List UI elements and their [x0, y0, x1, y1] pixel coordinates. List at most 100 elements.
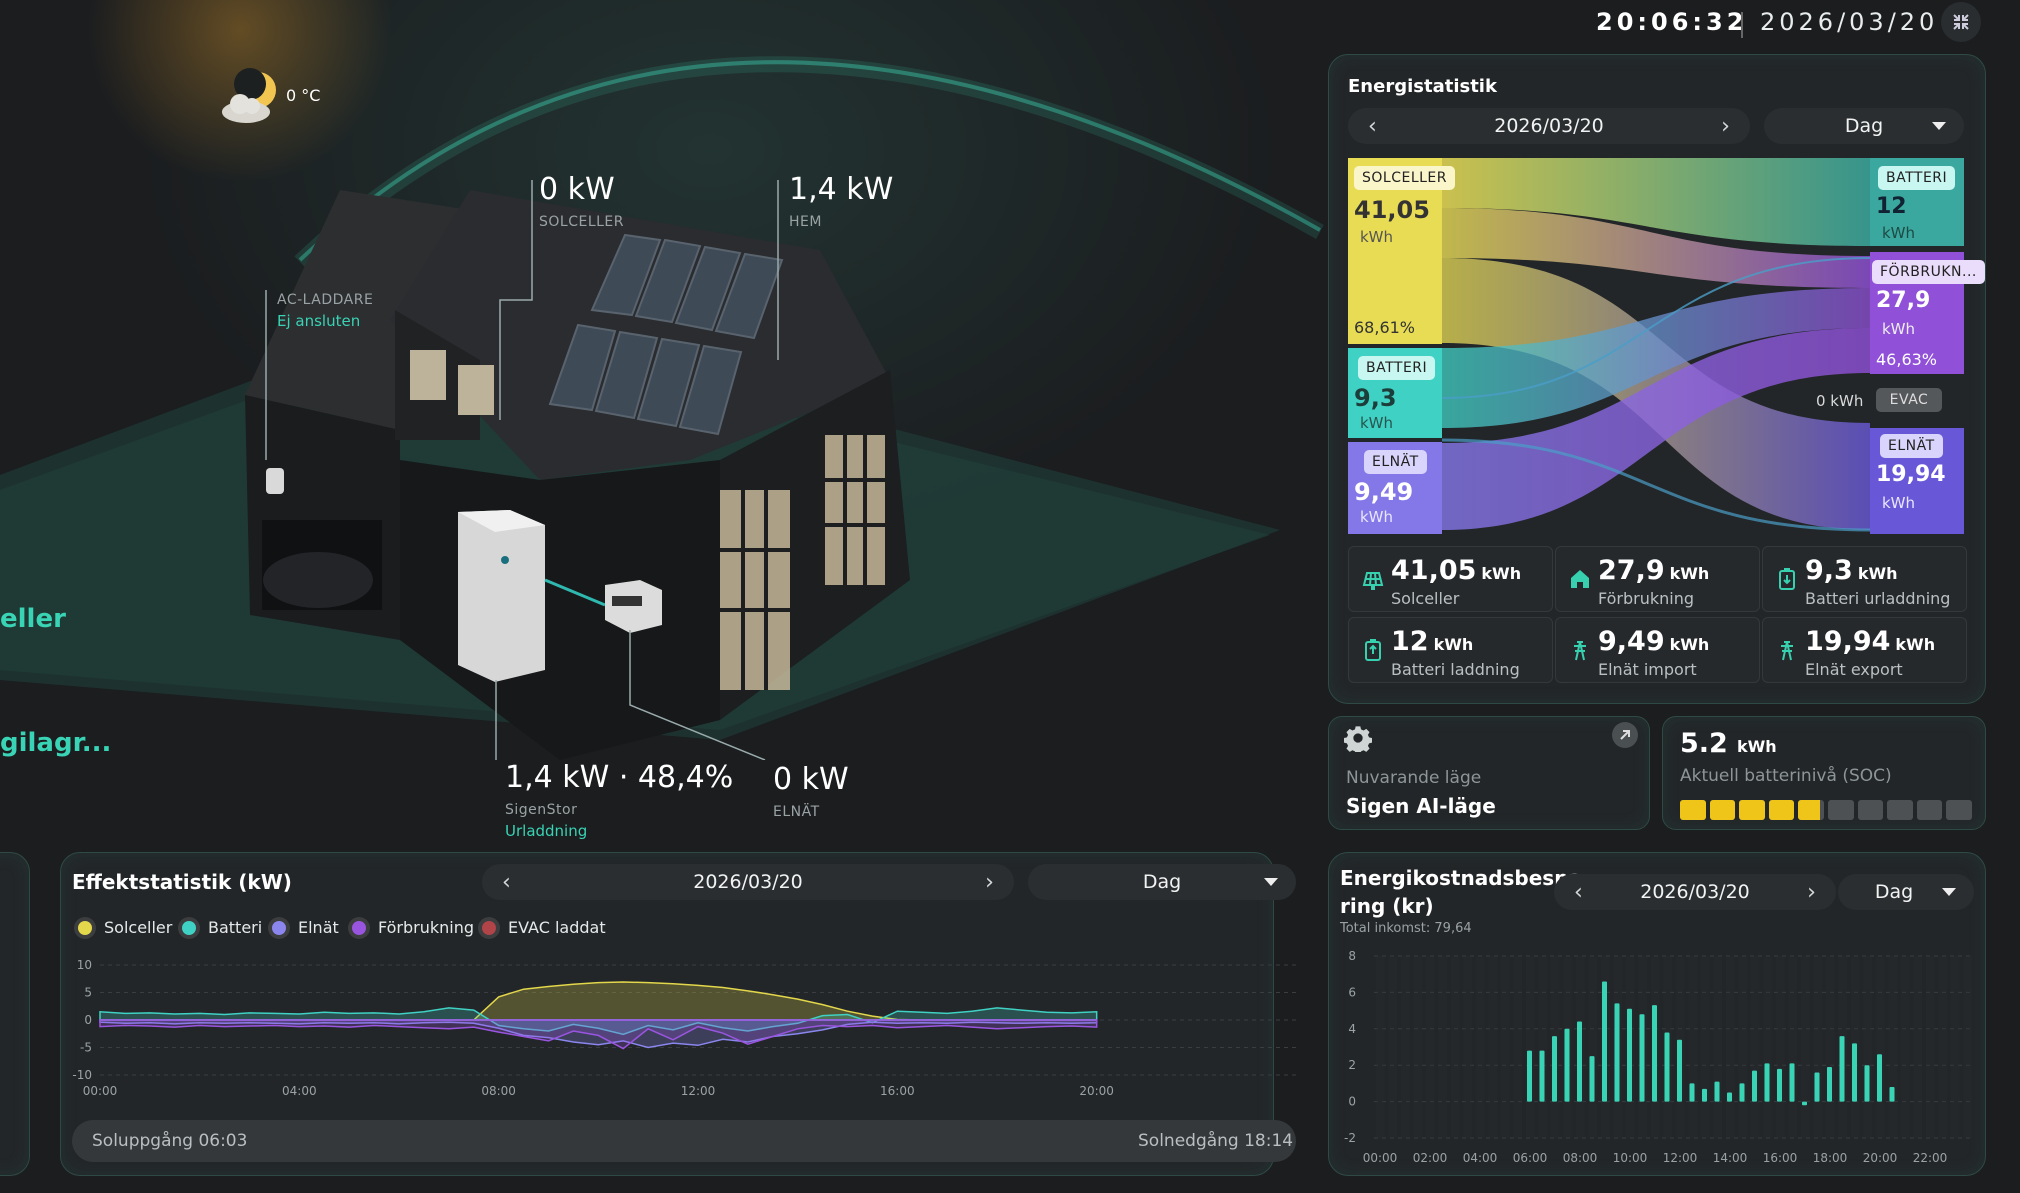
savings-period-select[interactable]: Dag: [1838, 874, 1974, 910]
bar-track: [1788, 956, 1797, 1138]
battery-power-value: 1,4 kW · 48,4%: [505, 760, 734, 795]
legend-item-battery[interactable]: Batteri: [182, 918, 262, 937]
bar-track: [1538, 956, 1547, 1138]
target-grid-value: 19,94: [1876, 462, 1946, 487]
savings-bar: [1714, 1081, 1720, 1102]
battery-discharge-icon: [1779, 568, 1795, 590]
stat-solar-unit: kWh: [1481, 564, 1522, 583]
legend-item-consumption[interactable]: Förbrukning: [352, 918, 474, 937]
source-battery-value: 9,3: [1354, 384, 1397, 412]
bar-track: [1776, 956, 1785, 1138]
soc-segment: [1946, 800, 1972, 820]
savings-bar: [1602, 981, 1607, 1102]
stat-grid-import: 9,49 kWh Elnät import: [1555, 617, 1760, 683]
energy-period-select[interactable]: Dag: [1764, 108, 1964, 144]
energy-date-picker[interactable]: ‹ 2026/03/20 ›: [1348, 108, 1750, 144]
savings-bar: [1764, 1063, 1770, 1102]
home-power-value: 1,4 kW: [789, 172, 894, 207]
y-tick-label: 5: [84, 986, 92, 1000]
power-date-picker[interactable]: ‹ 2026/03/20 ›: [482, 864, 1014, 900]
collapse-icon: [1953, 14, 1969, 30]
stat-battery-discharge-unit: kWh: [1857, 564, 1898, 583]
savings-bar: [1564, 1028, 1570, 1102]
power-period-select[interactable]: Dag: [1028, 864, 1296, 900]
stat-grid-import-unit: kWh: [1669, 635, 1710, 654]
bar-track: [1513, 956, 1522, 1138]
savings-bar: [1689, 1083, 1695, 1102]
legend-dot: [272, 920, 286, 935]
savings-bar: [1752, 1070, 1757, 1102]
sankey-diagram: [1348, 158, 1964, 534]
savings-bar: [1777, 1068, 1782, 1102]
prev-day-button[interactable]: ‹: [1574, 880, 1583, 905]
grid-label: ELNÄT: [773, 804, 820, 820]
savings-bar: [1539, 1050, 1545, 1102]
stat-battery-discharge-label: Batteri urladdning: [1805, 589, 1951, 608]
savings-title: Energikostnadsbespa ring (kr): [1340, 864, 1582, 920]
source-tag-solar: SOLCELLER: [1354, 166, 1455, 190]
y-tick-label: 0: [1348, 1095, 1356, 1109]
bar-track: [1738, 956, 1747, 1138]
bar-track: [1463, 956, 1472, 1138]
bar-track: [1688, 956, 1697, 1138]
bar-track: [1376, 956, 1385, 1138]
solar-power-label: SOLCELLER: [539, 214, 624, 230]
sun-times-bar: [72, 1120, 1296, 1162]
soc-segment: [1739, 800, 1765, 820]
stat-battery-charge-value: 12: [1391, 626, 1429, 657]
expand-mode-button[interactable]: [1612, 722, 1638, 748]
soc-number: 5.2: [1680, 728, 1728, 759]
collapse-button[interactable]: [1941, 2, 1981, 42]
battery-status: Urladdning: [505, 822, 588, 840]
bar-track: [1863, 956, 1872, 1138]
moon-cloud-icon: [222, 68, 276, 123]
prev-day-button[interactable]: ‹: [502, 870, 511, 895]
battery-charge-icon: [1365, 639, 1381, 661]
bar-track: [1413, 956, 1422, 1138]
savings-bar: [1702, 1088, 1707, 1102]
stat-consumption-value: 27,9: [1598, 555, 1665, 586]
soc-segment: [1680, 800, 1706, 820]
bar-track: [1888, 956, 1897, 1138]
savings-chart: 8 6 4 2 0 -2 00:00 02:00 04:00 06:00 08:00 10:00 12:…: [1344, 949, 1974, 1165]
house-illustration: [0, 180, 1280, 760]
power-stats-title: Effektstatistik (kW): [72, 870, 292, 894]
legend-item-solar[interactable]: Solceller: [78, 918, 172, 937]
savings-date-picker[interactable]: ‹ 2026/03/20 ›: [1554, 874, 1836, 910]
savings-bar: [1639, 1014, 1645, 1102]
savings-bar: [1577, 1021, 1582, 1102]
bar-track: [1501, 956, 1510, 1138]
prev-day-button[interactable]: ‹: [1368, 114, 1377, 139]
savings-title-line1: Energikostnadsbespa: [1340, 866, 1583, 890]
weather-temp: 0 °C: [286, 86, 321, 105]
gear-icon: [1344, 726, 1372, 752]
savings-bar: [1727, 1092, 1732, 1102]
side-item-storage[interactable]: gilagr...: [0, 728, 111, 758]
x-tick-label: 20:00: [1079, 1084, 1114, 1098]
side-item-solar[interactable]: eller: [0, 604, 66, 634]
soc-segment: [1709, 800, 1736, 820]
next-day-button[interactable]: ›: [1807, 880, 1816, 905]
mode-label: Nuvarande läge: [1346, 768, 1482, 788]
legend-item-evac[interactable]: EVAC laddat: [482, 918, 606, 937]
stat-battery-charge-unit: kWh: [1433, 635, 1474, 654]
x-tick-label: 04:00: [282, 1084, 317, 1098]
grid-power-value: 0 kW: [773, 762, 849, 797]
stat-battery-discharge-value: 9,3: [1805, 555, 1853, 586]
x-tick-label: 04:00: [1463, 1151, 1498, 1165]
legend-item-grid[interactable]: Elnät: [272, 918, 339, 937]
y-tick-label: -5: [80, 1041, 92, 1055]
source-grid-unit: kWh: [1360, 508, 1394, 526]
next-day-button[interactable]: ›: [985, 870, 994, 895]
x-tick-label: 06:00: [1513, 1151, 1548, 1165]
target-tag-grid: ELNÄT: [1880, 434, 1943, 458]
next-day-button[interactable]: ›: [1721, 114, 1730, 139]
bar-track: [1401, 956, 1410, 1138]
bar-track: [1588, 956, 1597, 1138]
bar-track: [1426, 956, 1435, 1138]
source-battery-unit: kWh: [1360, 414, 1394, 432]
bar-track: [1713, 956, 1722, 1138]
soc-segment: [1798, 800, 1824, 820]
x-tick-label: 00:00: [1363, 1151, 1398, 1165]
x-tick-label: 12:00: [681, 1084, 716, 1098]
